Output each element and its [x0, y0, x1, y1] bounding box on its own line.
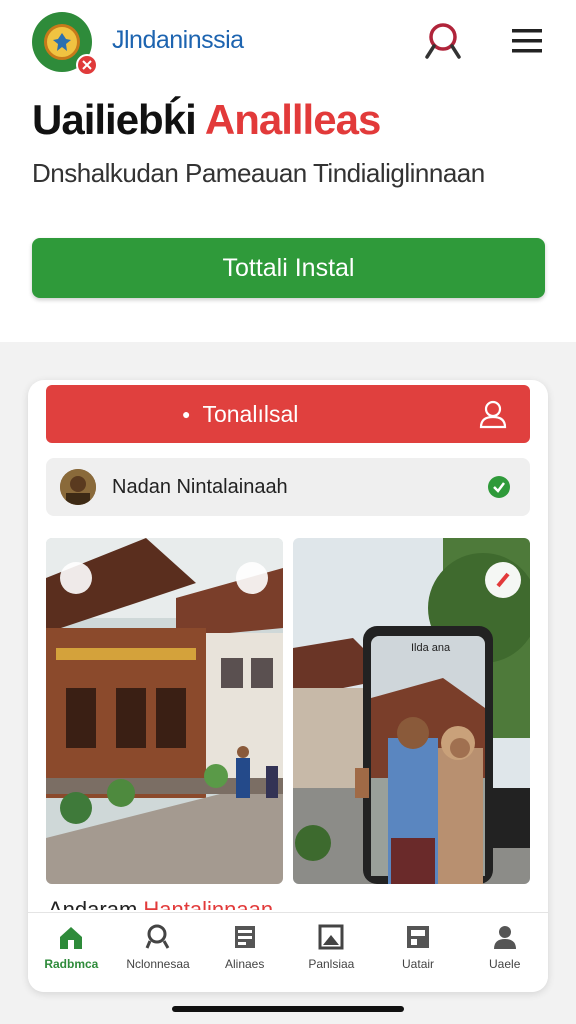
chart-icon [407, 926, 430, 948]
page-headline: Uailiebḱi Anallleas [32, 96, 381, 144]
bullet-icon: ● [182, 406, 191, 422]
top-section: Jlndaninssia Uailiebḱi Anallleas Dnshalk… [0, 0, 576, 342]
avatar [60, 469, 96, 505]
caption-red: Hantalinnaan [143, 897, 274, 910]
search-person-icon [145, 924, 170, 949]
info-row-text: Nadan Nintalainaah [112, 475, 288, 498]
nav-item-docs[interactable]: Alinaes [201, 913, 288, 992]
nav-label: Nclonnesaa [126, 957, 190, 971]
install-button[interactable]: Tottali Instal [32, 238, 545, 298]
photo-selfie-couple[interactable]: Ilda ana [293, 538, 530, 884]
document-icon [234, 926, 255, 948]
nav-label: Panlsiaa [308, 957, 355, 971]
home-icon [60, 927, 83, 949]
hamburger-icon [512, 29, 542, 53]
nav-label: Radbmca [44, 957, 99, 971]
nav-item-profile[interactable]: Uaele [461, 913, 548, 992]
menu-button[interactable] [508, 24, 546, 58]
brand-name: Jlndaninssia [112, 26, 244, 54]
app-logo [32, 12, 98, 76]
nav-label: Alinaes [225, 957, 265, 971]
nav-item-data[interactable]: Uatair [375, 913, 462, 992]
page-subtitle: Dnshalkudan Pameauan Tindialiglinnaan [32, 158, 485, 188]
user-icon [479, 400, 507, 429]
photo-caption: Andaram Hantalinnaan [48, 896, 273, 910]
content-card: ● Tonalılsal Nadan Nintalainaah Ilda ana… [28, 380, 548, 992]
section-bar-label: Tonalılsal [202, 400, 299, 427]
headline-red: Anallleas [204, 96, 381, 143]
logo-badge [76, 54, 98, 76]
headline-dark: Uailiebḱi [32, 96, 197, 143]
caption-dark: Andaram [48, 897, 138, 910]
nav-item-home[interactable]: Radbmca [28, 913, 115, 992]
image-icon [318, 924, 344, 950]
info-row[interactable]: Nadan Nintalainaah [46, 458, 530, 516]
nav-item-search[interactable]: Nclonnesaa [115, 913, 202, 992]
home-indicator[interactable] [172, 1006, 404, 1012]
verified-icon [488, 476, 510, 498]
phone-screen-label: Ilda ana [411, 642, 451, 654]
tools-icon [82, 60, 92, 70]
section-bar[interactable]: ● Tonalılsal [46, 385, 530, 443]
bottom-nav: Radbmca Nclonnesaa Alinaes Panlsiaa Uata… [28, 912, 548, 992]
photo-traditional-house[interactable] [46, 538, 283, 884]
emblem-icon [53, 33, 71, 51]
nav-item-gallery[interactable]: Panlsiaa [288, 913, 375, 992]
user-icon [493, 926, 516, 949]
nav-label: Uaele [489, 957, 521, 971]
search-icon [425, 23, 461, 59]
nav-label: Uatair [402, 957, 435, 971]
search-button[interactable] [422, 20, 464, 62]
